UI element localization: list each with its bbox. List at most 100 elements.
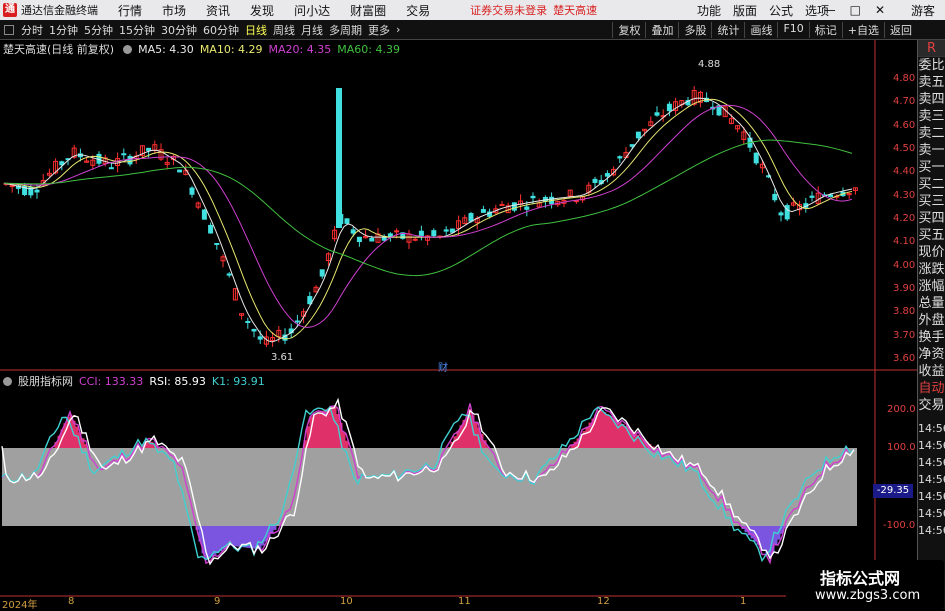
candle-body <box>257 336 263 340</box>
candle-body <box>214 243 220 246</box>
price-tick: 3.90 <box>893 283 916 294</box>
indicator-info: 股朋指标网 CCI: 133.33 RSI: 85.93 K1: 93.91 <box>0 373 265 389</box>
low-price-label: 3.61 <box>271 352 294 363</box>
ma10-line <box>3 98 853 340</box>
candle-body <box>245 320 251 323</box>
side-item: 净资 <box>918 347 945 362</box>
event-marker[interactable]: 财 <box>438 359 448 374</box>
time-tick: 12 <box>597 596 610 607</box>
side-item: 卖一 <box>918 143 945 158</box>
candle-body <box>629 144 635 147</box>
side-time: 14:56 <box>918 473 945 486</box>
candle-body <box>226 273 232 276</box>
side-item: 买二 <box>918 177 945 192</box>
side-item: 收益 <box>918 364 945 379</box>
side-time: 14:56 <box>918 456 945 469</box>
candle-body <box>356 236 362 243</box>
candle-body <box>431 230 437 237</box>
candle-body <box>121 153 127 156</box>
candle-body <box>34 189 40 193</box>
side-item: 外盘 <box>918 313 945 328</box>
candle-body <box>828 194 834 197</box>
side-item: 涨幅 <box>918 279 945 294</box>
side-item: 买五 <box>918 228 945 243</box>
side-time: 14:56 <box>918 439 945 452</box>
candle-body <box>201 209 207 220</box>
candle-body <box>809 195 815 198</box>
quote-side-panel: R 委比 卖五 卖四 卖三 卖二 卖一 买一 买二 买三 买四 买五 现价 涨跌… <box>917 40 945 609</box>
side-item: 换手 <box>918 330 945 345</box>
ma5-label: MA5: 4.30 <box>138 42 194 56</box>
cci-label: CCI: 133.33 <box>79 374 144 388</box>
candle-body <box>294 320 300 323</box>
side-item: 买三 <box>918 194 945 209</box>
side-item: 总量 <box>918 296 945 311</box>
side-time: 14:56 <box>918 507 945 520</box>
time-tick: 10 <box>340 596 353 607</box>
candle-body <box>350 229 356 234</box>
ma20-line <box>3 104 853 328</box>
candle-body <box>654 112 660 116</box>
candle-body <box>530 195 536 199</box>
ma60-label: MA60: 4.39 <box>337 42 400 56</box>
cursor-value-badge: -29.35 <box>873 484 913 498</box>
side-time: 14:56 <box>918 490 945 503</box>
rsi-label: RSI: 85.93 <box>149 374 206 388</box>
candle-body <box>666 103 672 112</box>
candle-body <box>778 212 784 216</box>
candle-body <box>9 185 15 188</box>
candle-body <box>189 187 195 195</box>
indicator-tick: 100.0 <box>887 442 916 453</box>
indicator-tick: -100.0 <box>883 520 916 531</box>
chart-canvas[interactable] <box>0 0 945 609</box>
candle-body <box>108 167 114 170</box>
candle-body <box>394 230 400 233</box>
side-item: 卖四 <box>918 92 945 107</box>
price-tick: 4.20 <box>893 213 916 224</box>
side-item: 卖五 <box>918 75 945 90</box>
price-tick: 3.70 <box>893 330 916 341</box>
side-time: 14:56 <box>918 524 945 537</box>
candle-body <box>617 156 623 159</box>
price-tick: 4.50 <box>893 143 916 154</box>
ma5-line <box>3 97 853 343</box>
price-tick: 4.00 <box>893 260 916 271</box>
watermark-title: 指标公式网 <box>820 569 901 588</box>
side-item: 卖二 <box>918 126 945 141</box>
side-item: 涨跌 <box>918 262 945 277</box>
high-price-label: 4.88 <box>698 59 721 70</box>
price-tick: 3.60 <box>893 353 916 364</box>
side-time: 14:56 <box>918 422 945 435</box>
candle-body <box>443 229 449 232</box>
candle-body <box>480 209 486 213</box>
candle-body <box>369 237 375 242</box>
watermark-url: www.zbgs3.com <box>815 588 921 603</box>
side-r-icon[interactable]: R <box>918 40 945 57</box>
candle-body <box>524 206 530 210</box>
candle-body <box>753 152 759 164</box>
candle-body <box>604 173 610 177</box>
candle-body <box>319 269 325 277</box>
k1-label: K1: 93.91 <box>211 374 265 388</box>
ma20-label: MA20: 4.35 <box>268 42 332 56</box>
settings-circle-icon[interactable] <box>123 44 133 54</box>
candle-body <box>511 202 517 211</box>
spike-candle <box>336 88 342 228</box>
candle-body <box>418 230 424 236</box>
indicator-circle-icon[interactable] <box>3 376 12 386</box>
price-tick: 4.60 <box>893 120 916 131</box>
candle-body <box>208 224 214 234</box>
ma10-label: MA10: 4.29 <box>199 42 263 56</box>
side-item: 现价 <box>918 245 945 260</box>
time-tick: 9 <box>214 596 221 607</box>
side-item-trade[interactable]: 交易 <box>918 397 945 414</box>
side-item: 卖三 <box>918 109 945 124</box>
indicator-tick: 200.0 <box>887 404 916 415</box>
price-tick: 4.30 <box>893 190 916 201</box>
candle-body <box>468 213 474 222</box>
time-tick: 8 <box>68 596 75 607</box>
side-item-auto[interactable]: 自动 <box>918 380 945 397</box>
indicator-title: 股朋指标网 <box>18 375 73 388</box>
stock-title: 楚天高速(日线 前复权) <box>3 43 115 56</box>
candle-body <box>592 178 598 183</box>
